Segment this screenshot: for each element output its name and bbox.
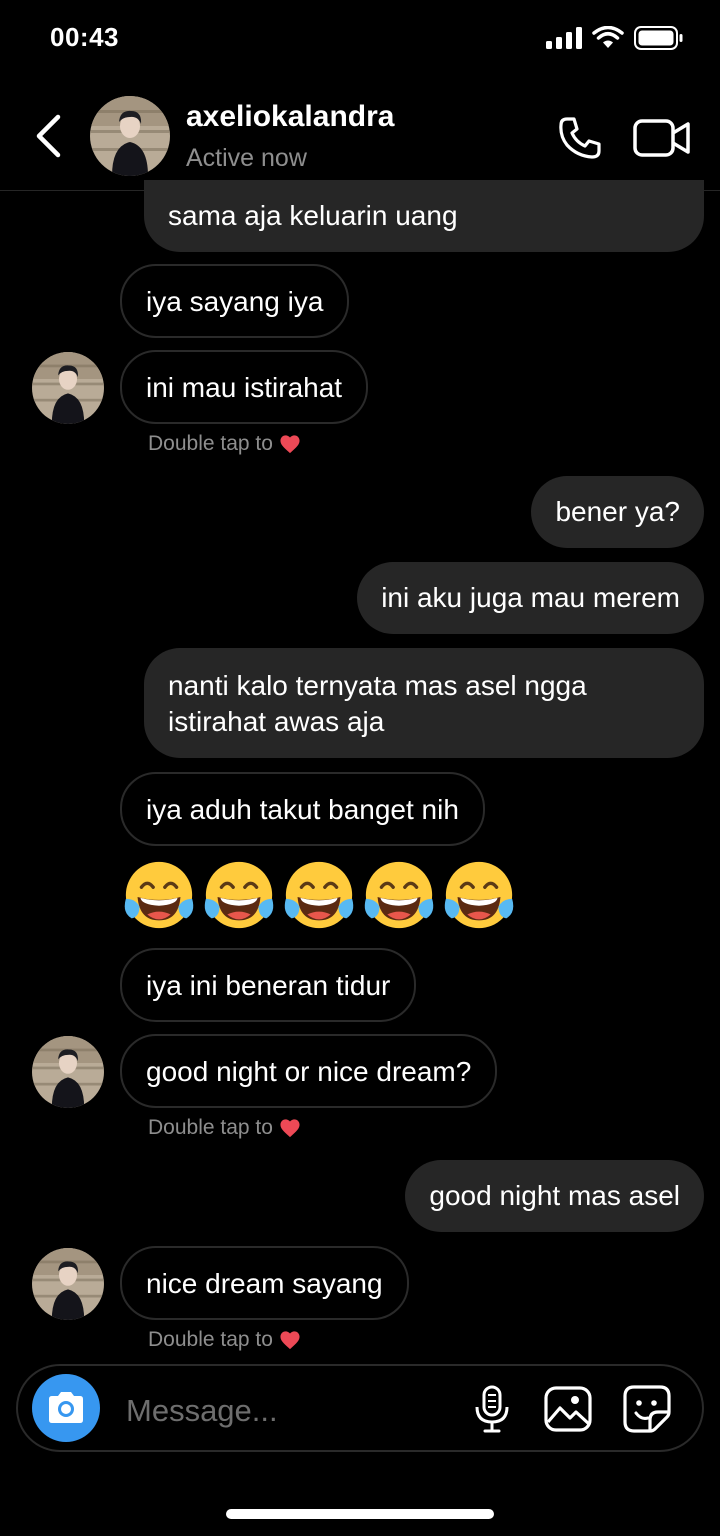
laughing-emoji (120, 856, 198, 934)
message-text: iya ini beneran tidur (146, 970, 391, 1001)
video-call-button[interactable] (632, 112, 692, 164)
double-tap-hint: Double tap to (148, 432, 301, 456)
message-text: ini aku juga mau merem (381, 582, 680, 613)
hint-text: Double tap to (148, 432, 273, 455)
status-time: 00:43 (50, 22, 119, 52)
message-bubble-received[interactable]: good night or nice dream? (120, 1034, 498, 1108)
sticker-icon (623, 1385, 671, 1433)
laughing-emoji (440, 856, 518, 934)
message-bubble-received[interactable]: iya ini beneran tidur (120, 948, 417, 1022)
header-avatar[interactable] (90, 96, 170, 176)
message-text: nanti kalo ternyata mas asel ngga istira… (168, 670, 587, 737)
camera-button[interactable] (32, 1374, 100, 1442)
message-text: bener ya? (555, 496, 680, 527)
laughing-emoji (280, 856, 358, 934)
message-bubble-sent[interactable]: nanti kalo ternyata mas asel ngga istira… (144, 648, 704, 758)
back-button[interactable] (26, 112, 70, 160)
message-bubble-sent[interactable]: ini aku juga mau merem (357, 562, 704, 634)
message-text: good night mas asel (429, 1180, 680, 1211)
home-indicator[interactable] (226, 1509, 494, 1519)
message-bubble-sent[interactable]: good night mas asel (405, 1160, 704, 1232)
gallery-button[interactable] (542, 1384, 594, 1434)
chevron-left-icon (36, 114, 61, 158)
message-bubble-sent[interactable]: bener ya? (531, 476, 704, 548)
sender-avatar[interactable] (32, 1036, 104, 1108)
call-button[interactable] (554, 112, 606, 164)
camera-icon (49, 1392, 83, 1423)
message-text: nice dream sayang (146, 1268, 383, 1299)
microphone-icon (475, 1385, 509, 1433)
heart-icon (279, 1330, 301, 1350)
sender-avatar[interactable] (32, 352, 104, 424)
message-text: ini mau istirahat (146, 372, 343, 403)
voice-message-button[interactable] (470, 1384, 514, 1434)
message-text: iya aduh takut banget nih (146, 794, 459, 825)
double-tap-hint: Double tap to (148, 1328, 301, 1352)
message-bubble-received[interactable]: ini mau istirahat (120, 350, 369, 424)
message-bubble-received[interactable]: iya aduh takut banget nih (120, 772, 485, 846)
cellular-signal-icon (546, 27, 582, 49)
video-camera-icon (633, 119, 690, 157)
heart-icon (279, 434, 301, 454)
status-icons (546, 26, 684, 50)
battery-icon (634, 26, 683, 50)
image-icon (544, 1386, 592, 1432)
message-text: good night or nice dream? (146, 1056, 472, 1087)
header-username[interactable]: axeliokalandra (186, 100, 394, 134)
phone-icon (559, 117, 601, 159)
heart-icon (279, 1118, 301, 1138)
laughing-emoji (360, 856, 438, 934)
wifi-icon (592, 26, 624, 48)
double-tap-hint: Double tap to (148, 1116, 301, 1140)
sticker-button[interactable] (620, 1382, 674, 1436)
hint-text: Double tap to (148, 1328, 273, 1351)
message-text: sama aja keluarin uang (168, 200, 458, 231)
message-text: iya sayang iya (146, 286, 324, 317)
message-bubble-received[interactable]: iya sayang iya (120, 264, 350, 338)
emoji-message[interactable]: 😂😂😂😂😂 (120, 856, 518, 934)
sender-avatar[interactable] (32, 1248, 104, 1320)
header-active-status: Active now (186, 144, 307, 172)
message-bubble-sent[interactable]: sama aja keluarin uang (144, 180, 704, 252)
laughing-emoji (200, 856, 278, 934)
message-bubble-received[interactable]: nice dream sayang (120, 1246, 409, 1320)
hint-text: Double tap to (148, 1116, 273, 1139)
message-input[interactable] (124, 1384, 448, 1438)
